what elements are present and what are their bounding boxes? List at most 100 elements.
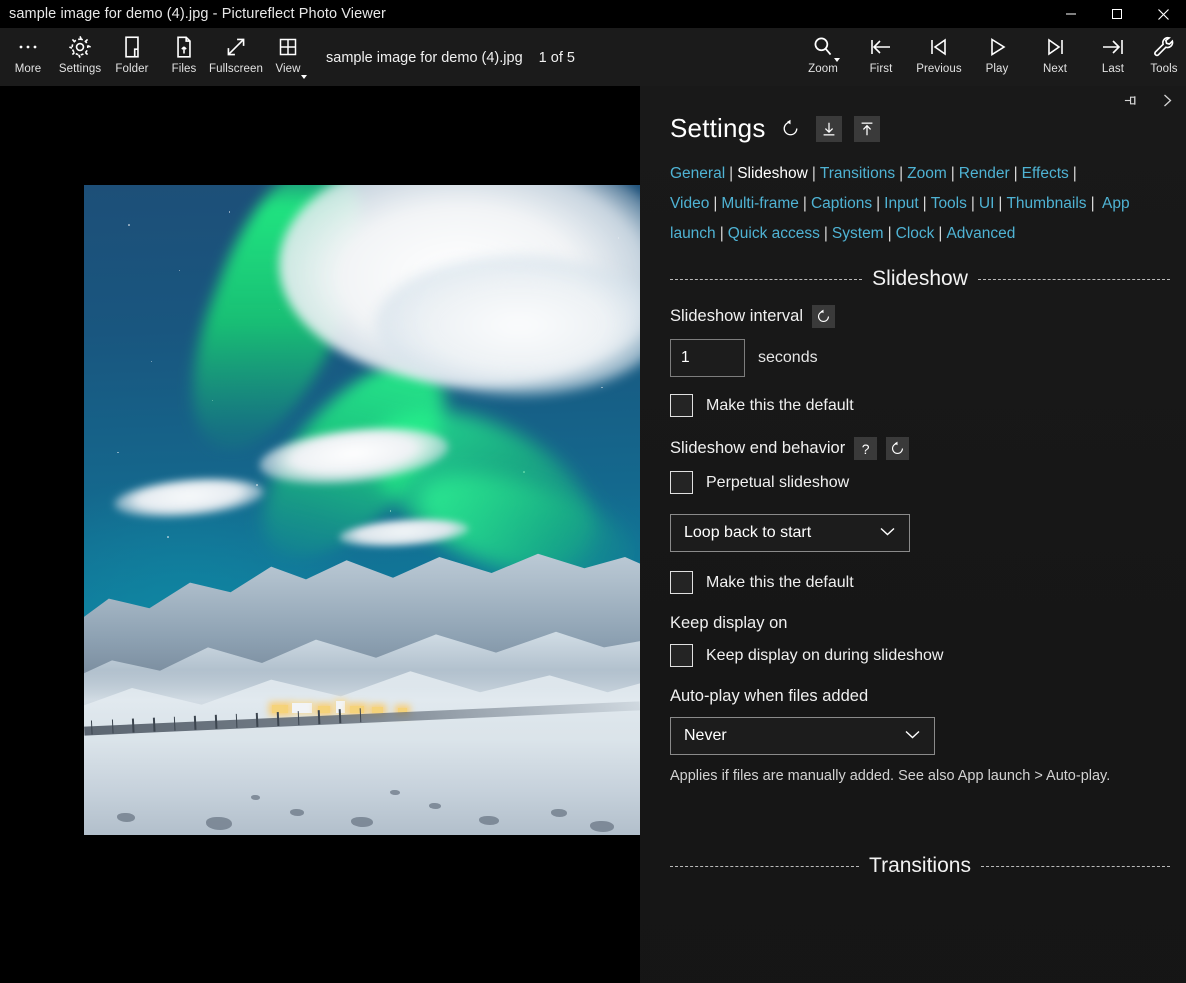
- nav-link-slideshow[interactable]: Slideshow: [737, 165, 808, 182]
- help-icon[interactable]: ?: [854, 437, 878, 460]
- nav-link-thumbnails[interactable]: Thumbnails: [1006, 195, 1086, 212]
- window-controls: [1048, 0, 1186, 28]
- chevron-down-icon: [301, 75, 307, 79]
- nav-link-input[interactable]: Input: [884, 195, 918, 212]
- export-icon[interactable]: [853, 115, 880, 142]
- label-text: Slideshow interval: [670, 307, 803, 325]
- nav-link-video[interactable]: Video: [670, 195, 709, 212]
- nav-link-ui[interactable]: UI: [979, 195, 995, 212]
- toolbar-button-settings[interactable]: Settings: [54, 28, 106, 84]
- reset-icon[interactable]: [811, 305, 835, 328]
- toolbar-label-tools: Tools: [1150, 63, 1178, 75]
- image-viewport[interactable]: [0, 86, 640, 983]
- chevron-right-icon[interactable]: [1154, 87, 1180, 113]
- nav-link-system[interactable]: System: [832, 225, 884, 242]
- panel-content: Settings General | Slideshow | Transitio…: [640, 86, 1186, 878]
- toolbar-button-previous[interactable]: Previous: [910, 28, 968, 84]
- toolbar-button-play[interactable]: Play: [968, 28, 1026, 84]
- nav-separator: |: [887, 225, 892, 242]
- checkbox-row-interval-default[interactable]: Make this the default: [670, 394, 1186, 417]
- nav-link-effects[interactable]: Effects: [1022, 165, 1069, 182]
- skip-first-icon: [866, 33, 896, 61]
- reset-icon[interactable]: [778, 116, 804, 142]
- main-toolbar: More Settings Folder Files Fullscreen Vi…: [0, 28, 1186, 86]
- fullscreen-icon: [223, 33, 249, 61]
- minimize-button[interactable]: [1048, 0, 1094, 28]
- settings-panel: Settings General | Slideshow | Transitio…: [640, 86, 1186, 983]
- toolbar-button-last[interactable]: Last: [1084, 28, 1142, 84]
- toolbar-button-next[interactable]: Next: [1026, 28, 1084, 84]
- nav-link-advanced[interactable]: Advanced: [946, 225, 1015, 242]
- nav-link-quick-access[interactable]: Quick access: [728, 225, 820, 242]
- nav-separator: |: [950, 165, 955, 182]
- previous-icon: [925, 33, 953, 61]
- nav-separator: |: [876, 195, 881, 212]
- reset-icon[interactable]: [886, 437, 910, 460]
- toolbar-button-zoom[interactable]: Zoom: [794, 28, 852, 84]
- wrench-icon: [1151, 33, 1177, 61]
- chevron-down-icon: [879, 524, 896, 542]
- nav-separator: |: [938, 225, 943, 242]
- window-title: sample image for demo (4).jpg - Picturef…: [9, 6, 386, 22]
- select-autoplay[interactable]: Never: [670, 717, 935, 755]
- checkbox-interval-default[interactable]: [670, 394, 693, 417]
- checkbox-keep-display-on[interactable]: [670, 644, 693, 667]
- label-text: Slideshow end behavior: [670, 439, 846, 457]
- play-icon: [984, 33, 1010, 61]
- section-divider-transitions: Transitions: [670, 854, 1170, 878]
- nav-link-zoom[interactable]: Zoom: [907, 165, 947, 182]
- checkbox-perpetual-slideshow[interactable]: [670, 471, 693, 494]
- nav-separator: |: [811, 165, 816, 182]
- divider-line: [977, 278, 1171, 280]
- checkbox-row-perpetual-slideshow[interactable]: Perpetual slideshow: [670, 471, 1186, 494]
- slideshow-interval-input[interactable]: [670, 339, 745, 377]
- toolbar-button-fullscreen[interactable]: Fullscreen: [209, 28, 263, 84]
- settings-header: Settings: [670, 113, 1186, 144]
- gear-icon: [67, 33, 93, 61]
- settings-nav: General | Slideshow | Transitions | Zoom | Rende…: [670, 159, 1170, 249]
- toolbar-button-folder[interactable]: Folder: [106, 28, 158, 84]
- toolbar-label-first: First: [869, 63, 893, 75]
- nav-link-clock[interactable]: Clock: [896, 225, 935, 242]
- grid-view-icon: [276, 33, 300, 61]
- toolbar-label-zoom: Zoom: [808, 63, 838, 75]
- toolbar-button-more[interactable]: More: [2, 28, 54, 84]
- toolbar-button-view[interactable]: View: [262, 28, 314, 84]
- maximize-button[interactable]: [1094, 0, 1140, 28]
- section-title-slideshow: Slideshow: [872, 267, 968, 290]
- toolbar-button-first[interactable]: First: [852, 28, 910, 84]
- checkbox-label-keep-display-on: Keep display on during slideshow: [706, 646, 944, 664]
- toolbar-button-tools[interactable]: Tools: [1142, 28, 1186, 84]
- toolbar-label-folder: Folder: [115, 63, 149, 75]
- nav-link-general[interactable]: General: [670, 165, 725, 182]
- checkbox-row-end-behavior-default[interactable]: Make this the default: [670, 571, 1186, 594]
- nav-link-captions[interactable]: Captions: [811, 195, 872, 212]
- select-value-autoplay: Never: [684, 727, 727, 744]
- nav-link-multi-frame[interactable]: Multi-frame: [721, 195, 799, 212]
- pin-icon[interactable]: [1118, 87, 1144, 113]
- select-end-behavior[interactable]: Loop back to start: [670, 514, 910, 552]
- nav-link-render[interactable]: Render: [959, 165, 1010, 182]
- import-icon[interactable]: [815, 115, 842, 142]
- autoplay-hint: Applies if files are manually added. See…: [670, 768, 1111, 784]
- divider-line: [980, 865, 1170, 867]
- label-slideshow-end-behavior: Slideshow end behavior ?: [670, 437, 1186, 460]
- section-title-transitions: Transitions: [869, 854, 971, 877]
- nav-separator: |: [1013, 165, 1018, 182]
- app-window: sample image for demo (4).jpg - Picturef…: [0, 0, 1186, 983]
- label-keep-display-on: Keep display on: [670, 614, 1186, 633]
- nav-separator: |: [823, 225, 828, 242]
- nav-link-transitions[interactable]: Transitions: [820, 165, 895, 182]
- checkbox-row-keep-display-on[interactable]: Keep display on during slideshow: [670, 644, 1186, 667]
- nav-separator: |: [998, 195, 1003, 212]
- section-divider-slideshow: Slideshow: [670, 267, 1171, 291]
- close-button[interactable]: [1140, 0, 1186, 28]
- toolbar-label-files: Files: [171, 63, 197, 75]
- toolbar-button-files[interactable]: Files: [158, 28, 210, 84]
- nav-link-tools[interactable]: Tools: [931, 195, 967, 212]
- divider-line: [670, 865, 860, 867]
- checkbox-end-behavior-default[interactable]: [670, 571, 693, 594]
- files-icon: [171, 33, 197, 61]
- label-autoplay: Auto-play when files added: [670, 687, 1186, 706]
